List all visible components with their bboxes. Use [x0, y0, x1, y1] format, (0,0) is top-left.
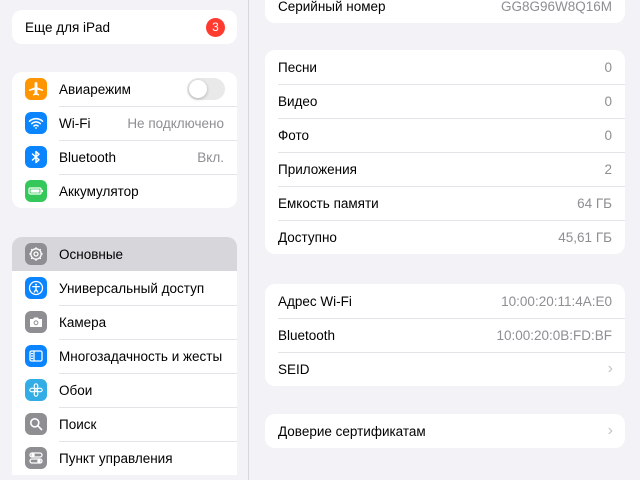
- bluetooth-address-value: 10:00:20:0B:FD:BF: [496, 327, 612, 343]
- wifi-address-row: Адрес Wi-Fi 10:00:20:11:4A:E0: [265, 284, 625, 318]
- songs-value: 0: [604, 59, 612, 75]
- promo-group: Еще для iPad 3: [12, 10, 237, 44]
- videos-label: Видео: [278, 93, 318, 109]
- battery-label: Аккумулятор: [59, 183, 139, 199]
- notification-badge: 3: [206, 17, 225, 37]
- available-row: Доступно 45,61 ГБ: [265, 220, 625, 254]
- accessibility-label: Универсальный доступ: [59, 280, 205, 296]
- settings-group: Основные Универсальный доступ Камера Мно…: [12, 237, 237, 475]
- sidebar-item-battery[interactable]: Аккумулятор: [12, 174, 237, 208]
- songs-row: Песни 0: [265, 50, 625, 84]
- wallpaper-label: Обои: [59, 382, 93, 398]
- sidebar-item-accessibility[interactable]: Универсальный доступ: [12, 271, 237, 305]
- wifi-address-label: Адрес Wi-Fi: [278, 293, 352, 309]
- certificate-trust-row[interactable]: Доверие сертификатам ›: [265, 414, 625, 448]
- sidebar-item-general[interactable]: Основные: [12, 237, 237, 271]
- capacity-label: Емкость памяти: [278, 195, 379, 211]
- photos-value: 0: [604, 127, 612, 143]
- capacity-value: 64 ГБ: [577, 195, 612, 211]
- bluetooth-address-label: Bluetooth: [278, 327, 336, 343]
- bluetooth-icon: [25, 146, 47, 168]
- toggle-knob: [189, 80, 207, 98]
- applications-label: Приложения: [278, 161, 357, 177]
- camera-icon: [25, 311, 47, 333]
- more-for-ipad-label: Еще для iPad: [25, 19, 111, 35]
- seid-label: SEID: [278, 361, 310, 377]
- capacity-row: Емкость памяти 64 ГБ: [265, 186, 625, 220]
- sidebar-item-multitasking[interactable]: Многозадачность и жесты: [12, 339, 237, 373]
- chevron-right-icon: ›: [607, 360, 613, 377]
- wifi-label: Wi-Fi: [59, 115, 91, 131]
- seid-row[interactable]: SEID ›: [265, 352, 625, 386]
- control-center-icon: [25, 447, 47, 469]
- serial-number-label: Серийный номер: [278, 0, 386, 14]
- airplane-mode-label: Авиарежим: [59, 81, 131, 97]
- serial-group: Серийный номер GG8G96W8Q16M: [265, 0, 625, 23]
- sidebar-item-search[interactable]: Поиск: [12, 407, 237, 441]
- airplane-icon: [25, 78, 47, 100]
- available-label: Доступно: [278, 229, 337, 245]
- multitasking-icon: [25, 345, 47, 367]
- serial-number-value: GG8G96W8Q16M: [500, 0, 612, 14]
- applications-row: Приложения 2: [265, 152, 625, 186]
- videos-row: Видео 0: [265, 84, 625, 118]
- wifi-address-value: 10:00:20:11:4A:E0: [501, 293, 612, 309]
- certificate-trust-label: Доверие сертификатам: [278, 423, 426, 439]
- certificate-trust-group: Доверие сертификатам ›: [265, 414, 625, 448]
- bluetooth-label: Bluetooth: [59, 149, 117, 165]
- accessibility-icon: [25, 277, 47, 299]
- sidebar-item-wallpaper[interactable]: Обои: [12, 373, 237, 407]
- search-icon: [25, 413, 47, 435]
- more-for-ipad-row[interactable]: Еще для iPad 3: [12, 10, 237, 44]
- chevron-right-icon: ›: [607, 422, 613, 439]
- photos-row: Фото 0: [265, 118, 625, 152]
- wifi-status: Не подключено: [127, 115, 224, 131]
- bluetooth-status: Вкл.: [197, 149, 224, 165]
- applications-value: 2: [604, 161, 612, 177]
- media-counts-group: Песни 0 Видео 0 Фото 0 Приложения 2 Емко…: [265, 50, 625, 254]
- photos-label: Фото: [278, 127, 310, 143]
- about-detail-pane: Серийный номер GG8G96W8Q16M Песни 0 Виде…: [250, 0, 640, 480]
- battery-icon: [25, 180, 47, 202]
- sidebar-item-wifi[interactable]: Wi-Fi Не подключено: [12, 106, 237, 140]
- songs-label: Песни: [278, 59, 317, 75]
- network-group: Адрес Wi-Fi 10:00:20:11:4A:E0 Bluetooth …: [265, 284, 625, 386]
- wallpaper-icon: [25, 379, 47, 401]
- sidebar-item-control-center[interactable]: Пункт управления: [12, 441, 237, 475]
- bluetooth-address-row: Bluetooth 10:00:20:0B:FD:BF: [265, 318, 625, 352]
- sidebar-item-airplane-mode[interactable]: Авиарежим: [12, 72, 237, 106]
- control-center-label: Пункт управления: [59, 450, 173, 466]
- camera-label: Камера: [59, 314, 107, 330]
- wifi-icon: [25, 112, 47, 134]
- multitasking-label: Многозадачность и жесты: [59, 348, 223, 364]
- sidebar-item-bluetooth[interactable]: Bluetooth Вкл.: [12, 140, 237, 174]
- settings-sidebar: Еще для iPad 3 Авиарежим Wi-Fi Не подклю…: [0, 0, 249, 480]
- connectivity-group: Авиарежим Wi-Fi Не подключено Bluetooth …: [12, 72, 237, 208]
- search-label: Поиск: [59, 416, 97, 432]
- available-value: 45,61 ГБ: [558, 229, 612, 245]
- videos-value: 0: [604, 93, 612, 109]
- general-label: Основные: [59, 246, 124, 262]
- sidebar-item-camera[interactable]: Камера: [12, 305, 237, 339]
- airplane-mode-toggle[interactable]: [187, 78, 225, 100]
- serial-number-row[interactable]: Серийный номер GG8G96W8Q16M: [265, 0, 625, 23]
- gear-icon: [25, 243, 47, 265]
